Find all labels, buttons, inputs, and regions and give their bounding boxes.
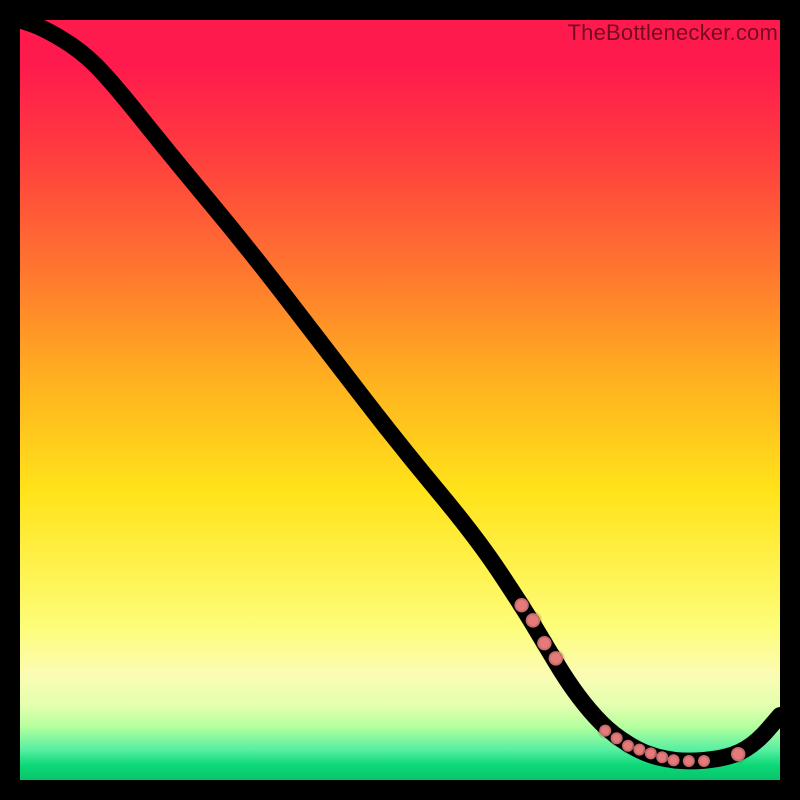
marker-point: [526, 613, 540, 627]
marker-point: [537, 636, 551, 650]
marker-point: [611, 732, 623, 744]
marker-point: [514, 598, 528, 612]
chart-frame: TheBottlenecker.com: [0, 0, 800, 800]
plot-area: TheBottlenecker.com: [20, 20, 780, 780]
marker-point: [731, 747, 745, 761]
bottleneck-curve: [20, 20, 780, 761]
marker-point: [549, 651, 563, 665]
marker-point: [668, 754, 680, 766]
marker-point: [698, 755, 710, 767]
marker-group: [514, 598, 745, 767]
curve-svg: [20, 20, 780, 780]
marker-point: [599, 725, 611, 737]
marker-point: [683, 755, 695, 767]
